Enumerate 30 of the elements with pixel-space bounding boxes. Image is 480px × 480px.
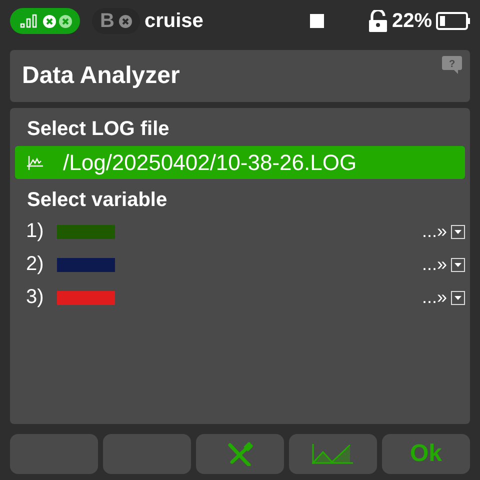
- model-name: cruise: [144, 10, 204, 32]
- section-label: Select variable: [26, 188, 168, 213]
- tools-button[interactable]: [196, 434, 284, 474]
- ok-button[interactable]: Ok: [382, 434, 470, 474]
- window-title: Data Analyzer: [22, 62, 180, 90]
- help-icon[interactable]: ?: [442, 56, 462, 74]
- battery-icon: [436, 12, 470, 30]
- close-circle-icon: [119, 14, 132, 28]
- close-circle-icon: [43, 14, 56, 28]
- dropdown-icon[interactable]: [451, 258, 465, 272]
- variable-value: ...»: [422, 287, 447, 308]
- tools-icon: [227, 442, 253, 466]
- dropdown-icon[interactable]: [451, 290, 465, 304]
- section-label: Select LOG file: [26, 117, 170, 142]
- lock-icon: [368, 10, 388, 32]
- chart-button[interactable]: [289, 434, 377, 474]
- line-chart-icon: [312, 444, 354, 464]
- variable-number: 2): [26, 253, 45, 276]
- stop-icon: [310, 14, 324, 28]
- battery-percent: 22%: [392, 10, 432, 32]
- variable-value: ...»: [422, 221, 447, 242]
- variable-number: 3): [26, 286, 45, 309]
- variable-value: ...»: [422, 254, 447, 275]
- log-file-item[interactable]: /Log/20250402/10-38-26.LOG: [15, 146, 465, 179]
- dropdown-icon[interactable]: [451, 224, 465, 238]
- model-badge[interactable]: B: [92, 8, 140, 34]
- variable-number: 1): [26, 220, 45, 243]
- chart-icon: [27, 156, 43, 170]
- connection-badge[interactable]: [10, 8, 80, 34]
- close-circle-icon: [59, 14, 72, 28]
